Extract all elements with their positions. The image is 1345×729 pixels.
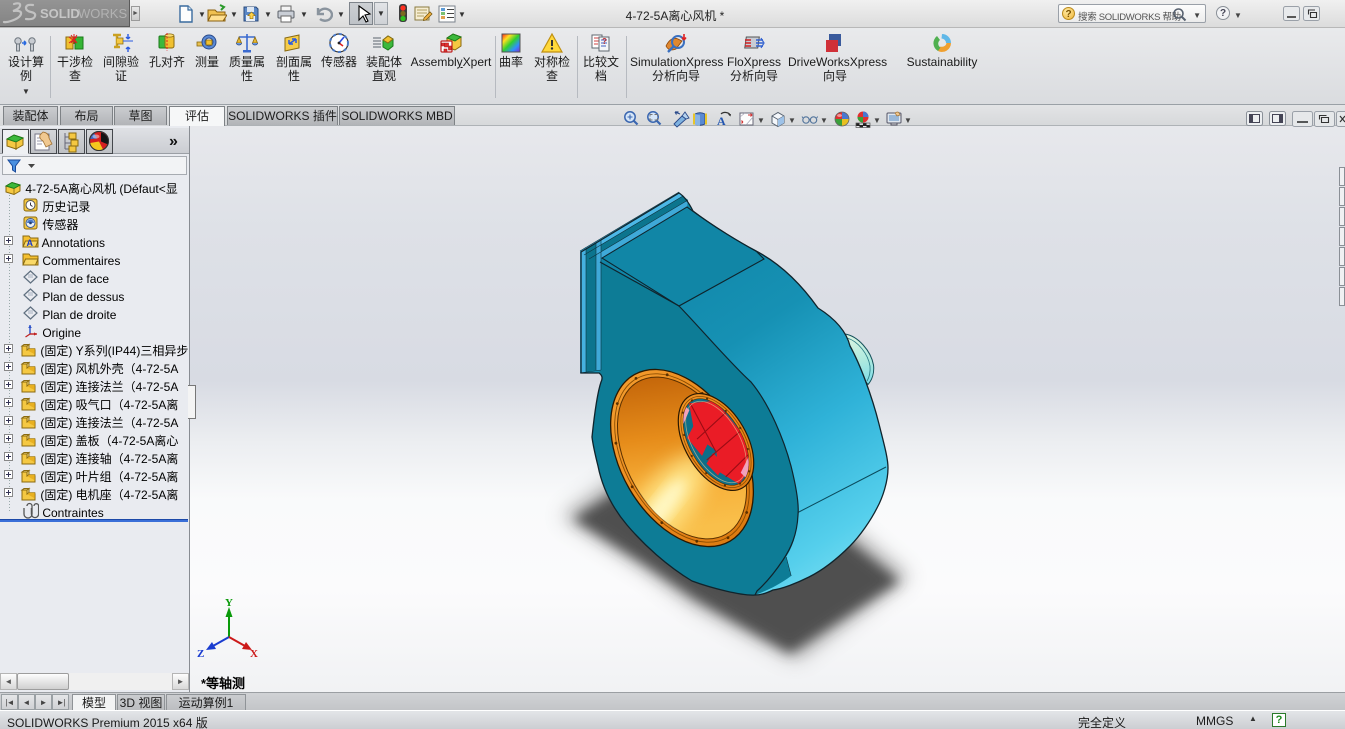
svg-text:A: A <box>717 114 726 128</box>
svg-text:WORKS: WORKS <box>78 6 127 21</box>
svg-text:▼: ▼ <box>873 116 881 125</box>
svg-text:A: A <box>27 238 34 248</box>
svg-text:▼: ▼ <box>904 116 912 125</box>
svg-text:▼: ▼ <box>820 116 828 125</box>
svg-text:▼: ▼ <box>757 116 765 125</box>
svg-text:?: ? <box>602 37 607 46</box>
svg-text:SOLID: SOLID <box>40 6 80 21</box>
svg-text:▼: ▼ <box>788 116 796 125</box>
